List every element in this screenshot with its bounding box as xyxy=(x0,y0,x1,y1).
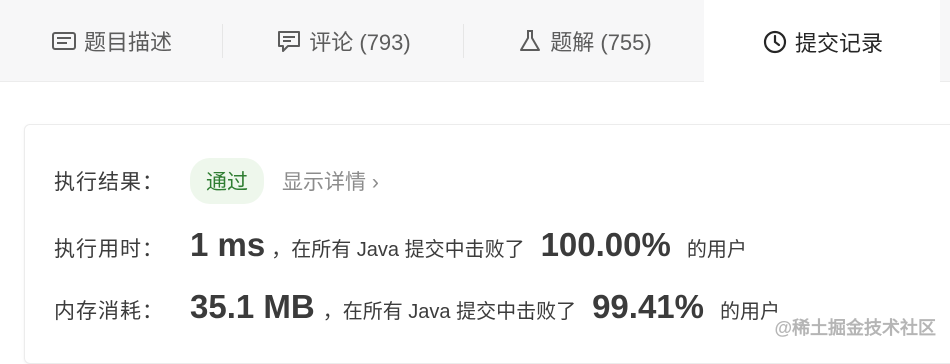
tab-description[interactable]: 题目描述 xyxy=(0,0,222,82)
tab-comments[interactable]: 评论 (793) xyxy=(223,0,463,82)
runtime-percent: 100.00% xyxy=(541,226,671,264)
runtime-mid-text: ，在所有 Java 提交中击败了 xyxy=(271,233,524,262)
runtime-suffix: 的用户 xyxy=(687,233,747,262)
description-icon xyxy=(50,27,78,55)
memory-mid-text: ，在所有 Java 提交中击败了 xyxy=(323,295,576,324)
tab-solutions[interactable]: 题解 (755) xyxy=(464,0,704,82)
tab-submissions[interactable]: 提交记录 xyxy=(704,0,940,83)
memory-row: 内存消耗： 35.1 MB ，在所有 Java 提交中击败了 99.41% 的用… xyxy=(54,288,780,326)
memory-percent: 99.41% xyxy=(592,288,704,326)
clock-icon xyxy=(761,28,789,56)
memory-label: 内存消耗： xyxy=(54,295,190,325)
tab-comments-label: 评论 (793) xyxy=(309,25,410,57)
tab-description-label: 题目描述 xyxy=(84,25,172,57)
runtime-label: 执行用时： xyxy=(54,233,190,263)
result-label: 执行结果： xyxy=(54,166,190,196)
result-row: 执行结果： 通过 显示详情 › xyxy=(54,158,379,204)
comment-icon xyxy=(275,27,303,55)
tab-solutions-label: 题解 (755) xyxy=(550,25,651,57)
runtime-row: 执行用时： 1 ms ，在所有 Java 提交中击败了 100.00% 的用户 xyxy=(54,226,747,264)
status-badge: 通过 xyxy=(190,158,264,204)
flask-icon xyxy=(516,27,544,55)
memory-value: 35.1 MB xyxy=(190,288,315,326)
watermark: @稀土掘金技术社区 xyxy=(774,314,936,340)
tab-bar: 题目描述 评论 (793) 题解 (755) 提交记录 xyxy=(0,0,950,82)
runtime-value: 1 ms xyxy=(190,226,265,264)
show-details-link[interactable]: 显示详情 › xyxy=(282,166,379,196)
tab-submissions-label: 提交记录 xyxy=(795,26,883,58)
memory-suffix: 的用户 xyxy=(720,295,780,324)
